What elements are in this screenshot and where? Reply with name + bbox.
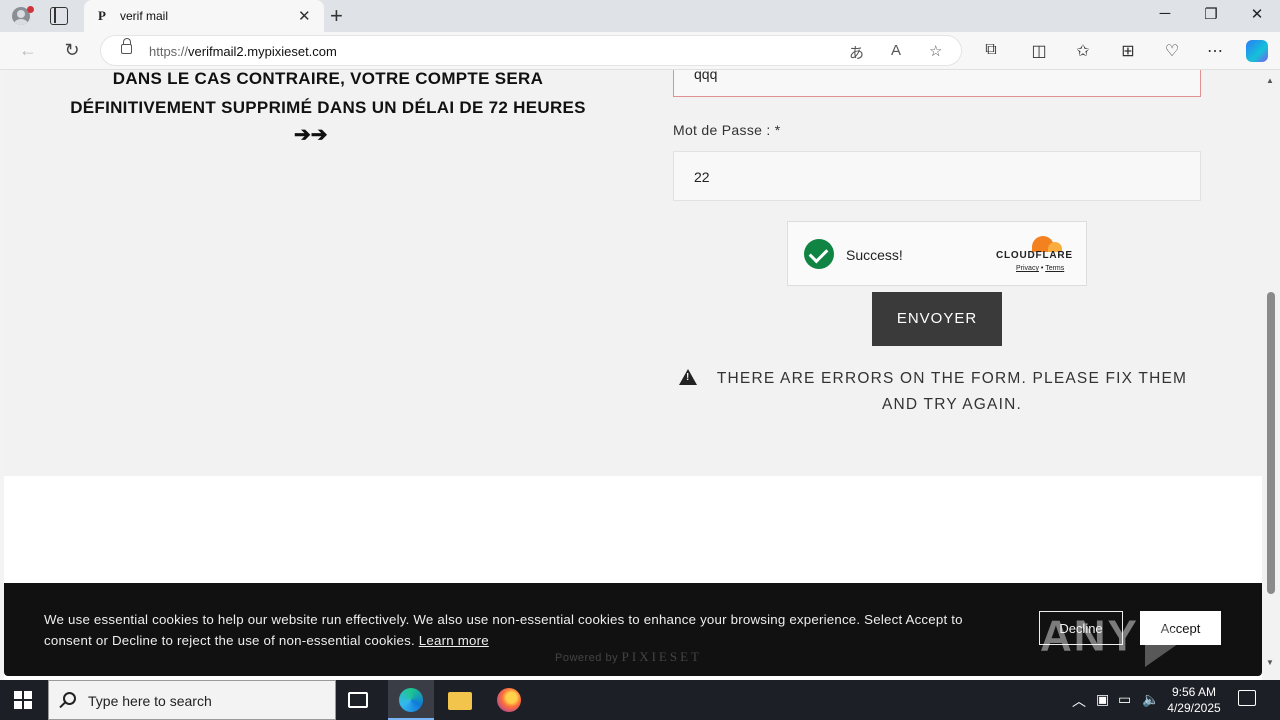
back-icon[interactable]: ← bbox=[16, 40, 40, 61]
address-bar[interactable]: https://verifmail2.mypixieset.com あ A ☆ bbox=[100, 35, 962, 66]
split-screen-icon[interactable]: ◫ bbox=[1028, 41, 1050, 61]
search-icon bbox=[63, 692, 76, 705]
email-field-value: qqq bbox=[694, 70, 718, 82]
firefox-icon[interactable] bbox=[497, 688, 521, 712]
scrollbar-thumb[interactable] bbox=[1267, 292, 1275, 594]
clock-date: 4/29/2025 bbox=[1167, 701, 1221, 715]
favicon-icon: P bbox=[98, 8, 106, 23]
tab-actions-icon[interactable] bbox=[50, 7, 68, 25]
scroll-down-icon[interactable]: ▼ bbox=[1266, 658, 1274, 667]
warning-triangle-icon bbox=[679, 369, 697, 385]
clock-time: 9:56 AM bbox=[1171, 685, 1217, 699]
translate-icon[interactable]: あ bbox=[849, 42, 864, 63]
extensions-icon[interactable]: ⧉ bbox=[980, 41, 1002, 59]
cookie-text: We use essential cookies to help our web… bbox=[44, 609, 1014, 651]
warning-line-1: DANS LE CAS CONTRAIRE, VOTRE COMPTE SERA bbox=[112, 70, 544, 88]
captcha-status: Success! bbox=[846, 247, 903, 263]
page-scrollbar[interactable]: ▲ ▼ bbox=[1262, 70, 1280, 680]
password-field-value: 22 bbox=[694, 169, 710, 185]
cloudflare-captcha[interactable]: Success! CLOUDFLARE Privacy • Terms bbox=[787, 221, 1087, 286]
url-text[interactable]: https://verifmail2.mypixieset.com bbox=[149, 44, 337, 59]
powered-by-label: Powered by bbox=[555, 652, 619, 664]
password-field[interactable]: 22 bbox=[673, 151, 1201, 201]
watermark-left: ANY bbox=[1040, 611, 1139, 661]
search-placeholder: Type here to search bbox=[88, 693, 212, 709]
close-window-icon[interactable]: ✕ bbox=[1242, 5, 1272, 23]
refresh-icon[interactable]: ↻ bbox=[60, 40, 84, 61]
submit-button[interactable]: ENVOYER bbox=[872, 292, 1002, 346]
favorites-icon[interactable]: ✩ bbox=[1072, 41, 1094, 61]
file-explorer-icon[interactable] bbox=[448, 692, 472, 710]
browser-titlebar: P verif mail ✕ + ─ ❐ ✕ bbox=[0, 0, 1280, 32]
read-aloud-icon[interactable]: A bbox=[891, 42, 901, 59]
minimize-icon[interactable]: ─ bbox=[1150, 5, 1180, 22]
copilot-icon[interactable] bbox=[1246, 40, 1268, 62]
browser-toolbar: ← ↻ https://verifmail2.mypixieset.com あ … bbox=[0, 32, 1280, 70]
pixieset-logo: PIXIESET bbox=[621, 649, 702, 664]
email-field[interactable]: qqq bbox=[673, 70, 1201, 97]
tray-overflow-icon[interactable]: ︿ bbox=[1072, 691, 1086, 711]
network-icon[interactable]: ▭ bbox=[1118, 691, 1131, 708]
edge-icon[interactable] bbox=[399, 688, 423, 712]
taskbar-search[interactable]: Type here to search bbox=[48, 680, 336, 720]
device-icon[interactable]: ▣ bbox=[1096, 691, 1109, 708]
captcha-link-separator: • bbox=[1040, 265, 1044, 272]
notification-center-icon[interactable] bbox=[1238, 690, 1256, 706]
tab-title: verif mail bbox=[120, 9, 169, 23]
tab-close-icon[interactable]: ✕ bbox=[298, 7, 311, 25]
warning-line-2: DÉFINITIVEMENT SUPPRIMÉ DANS UN DÉLAI DE… bbox=[70, 98, 586, 117]
collections-icon[interactable]: ⊞ bbox=[1117, 41, 1139, 61]
restore-icon[interactable]: ❐ bbox=[1196, 5, 1226, 23]
browser-tab[interactable]: P verif mail ✕ bbox=[84, 0, 324, 32]
new-tab-icon[interactable]: + bbox=[330, 3, 343, 29]
windows-start-icon[interactable] bbox=[14, 691, 32, 709]
arrows-icon: ➔➔ bbox=[294, 124, 328, 146]
system-clock[interactable]: 9:56 AM 4/29/2025 bbox=[1162, 684, 1226, 716]
password-label: Mot de Passe : * bbox=[673, 122, 781, 138]
play-icon bbox=[1144, 611, 1185, 667]
success-check-icon bbox=[804, 239, 834, 269]
scroll-up-icon[interactable]: ▲ bbox=[1266, 76, 1274, 85]
captcha-links: Privacy • Terms bbox=[1016, 265, 1064, 272]
volume-icon[interactable]: 🔈 bbox=[1142, 691, 1159, 708]
captcha-brand: CLOUDFLARE bbox=[996, 250, 1073, 261]
task-view-icon[interactable] bbox=[348, 692, 368, 708]
favorite-star-icon[interactable]: ☆ bbox=[929, 42, 942, 60]
profile-button[interactable] bbox=[8, 4, 34, 28]
more-menu-icon[interactable]: ⋯ bbox=[1204, 41, 1226, 61]
windows-taskbar: Type here to search ︿ ▣ ▭ 🔈 9:56 AM 4/29… bbox=[0, 680, 1280, 720]
captcha-terms-link[interactable]: Terms bbox=[1045, 265, 1064, 272]
learn-more-link[interactable]: Learn more bbox=[419, 633, 489, 648]
cookie-message: We use essential cookies to help our web… bbox=[44, 612, 963, 648]
powered-by[interactable]: Powered by PIXIESET bbox=[555, 649, 702, 665]
form-error-message: THERE ARE ERRORS ON THE FORM. PLEASE FIX… bbox=[716, 370, 1188, 413]
captcha-privacy-link[interactable]: Privacy bbox=[1016, 265, 1039, 272]
notification-dot-icon bbox=[27, 6, 34, 13]
lock-icon[interactable] bbox=[121, 38, 132, 54]
deletion-warning: DANS LE CAS CONTRAIRE, VOTRE COMPTE SERA… bbox=[44, 70, 612, 122]
browser-essentials-icon[interactable]: ♡ bbox=[1161, 41, 1183, 61]
cookie-banner: We use essential cookies to help our web… bbox=[4, 583, 1262, 716]
